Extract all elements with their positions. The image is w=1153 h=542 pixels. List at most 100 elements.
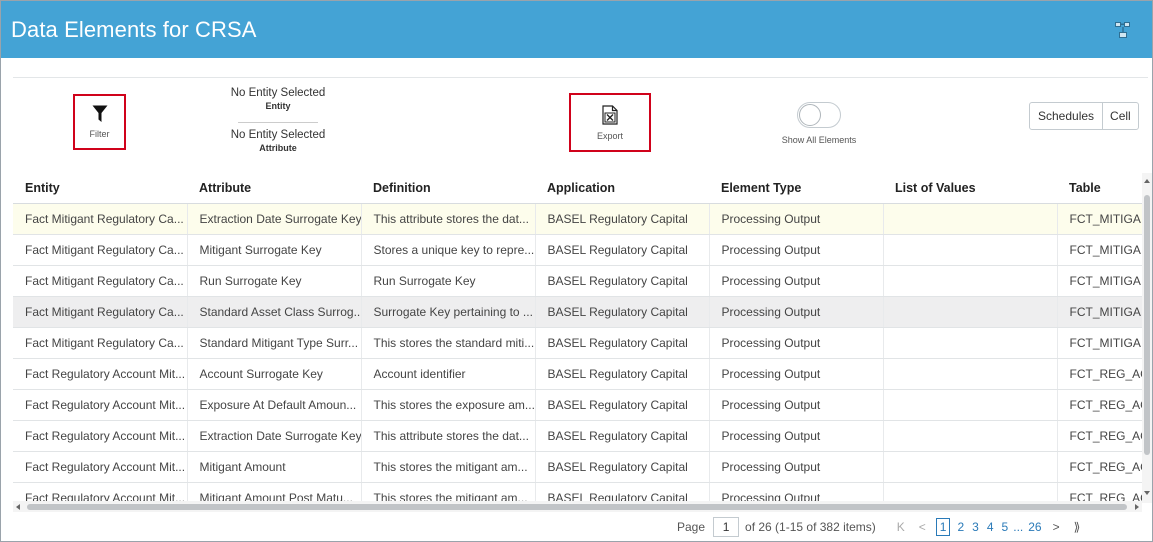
scroll-left-arrow-icon[interactable] xyxy=(16,504,20,510)
page-link[interactable]: 4 xyxy=(987,520,994,534)
cell-entity: Fact Mitigant Regulatory Ca... xyxy=(13,327,187,359)
cell-element-type: Processing Output xyxy=(708,265,883,297)
entity-label: Entity xyxy=(265,101,291,111)
cell-list-of-values xyxy=(882,234,1057,266)
cell-application: BASEL Regulatory Capital xyxy=(534,358,709,390)
horizontal-scroll-thumb[interactable] xyxy=(27,504,1127,510)
cell-list-of-values xyxy=(882,420,1057,452)
data-elements-table: Entity Attribute Definition Application … xyxy=(13,173,1142,503)
cell-element-type: Processing Output xyxy=(708,482,883,503)
cell-element-type: Processing Output xyxy=(708,234,883,266)
previous-page-button[interactable]: < xyxy=(919,520,926,534)
page-link[interactable]: 5 xyxy=(1002,520,1009,534)
cell-application: BASEL Regulatory Capital xyxy=(534,451,709,483)
cell-list-of-values xyxy=(882,389,1057,421)
table-row[interactable]: Fact Regulatory Account Mit... Exposure A… xyxy=(13,389,1142,421)
cell-entity: Fact Regulatory Account Mit... xyxy=(13,420,187,452)
horizontal-scrollbar[interactable] xyxy=(13,501,1142,512)
page-link[interactable]: 2 xyxy=(957,520,964,534)
cell-list-of-values xyxy=(882,296,1057,328)
filter-icon xyxy=(92,105,107,122)
vertical-scroll-thumb[interactable] xyxy=(1144,195,1150,455)
cell-attribute: Standard Mitigant Type Surr... xyxy=(186,327,361,359)
vertical-scrollbar[interactable] xyxy=(1142,173,1152,503)
page-number-input[interactable]: 1 xyxy=(713,517,740,537)
cell-button[interactable]: Cell xyxy=(1103,103,1138,129)
table-row[interactable]: Fact Regulatory Account Mit... Account Su… xyxy=(13,358,1142,390)
column-header-entity[interactable]: Entity xyxy=(13,173,187,204)
column-header-list-of-values[interactable]: List of Values xyxy=(883,173,1057,204)
table-row[interactable]: Fact Mitigant Regulatory Ca... Standard M… xyxy=(13,327,1142,359)
last-page-button[interactable]: ⟫ xyxy=(1074,520,1081,534)
table-body: Fact Mitigant Regulatory Ca... Extraction… xyxy=(13,203,1142,503)
show-all-elements-toggle[interactable] xyxy=(797,102,841,128)
schedules-button[interactable]: Schedules xyxy=(1030,103,1104,129)
cell-attribute: Run Surrogate Key xyxy=(186,265,361,297)
pagination: Page 1 of 26 (1-15 of 382 items) K < 1 2… xyxy=(677,516,1087,538)
next-page-button[interactable]: > xyxy=(1053,520,1060,534)
scroll-right-arrow-icon[interactable] xyxy=(1135,504,1139,510)
cell-attribute: Account Surrogate Key xyxy=(186,358,361,390)
cell-application: BASEL Regulatory Capital xyxy=(534,482,709,503)
page-link-last[interactable]: 26 xyxy=(1028,520,1041,534)
column-header-element-type[interactable]: Element Type xyxy=(709,173,883,204)
cell-application: BASEL Regulatory Capital xyxy=(534,389,709,421)
cell-application: BASEL Regulatory Capital xyxy=(534,296,709,328)
cell-application: BASEL Regulatory Capital xyxy=(534,234,709,266)
cell-definition: This stores the mitigant am... xyxy=(360,451,535,483)
cell-definition: This attribute stores the dat... xyxy=(360,420,535,452)
cell-application: BASEL Regulatory Capital xyxy=(534,203,709,235)
cell-list-of-values xyxy=(882,327,1057,359)
column-header-attribute[interactable]: Attribute xyxy=(187,173,361,204)
hierarchy-icon[interactable] xyxy=(1114,21,1132,39)
cell-attribute: Extraction Date Surrogate Key xyxy=(186,203,361,235)
export-label: Export xyxy=(596,130,623,141)
page-ellipsis: ... xyxy=(1013,520,1024,534)
page-label: Page xyxy=(677,520,706,534)
cell-entity: Fact Regulatory Account Mit... xyxy=(13,482,187,503)
cell-application: BASEL Regulatory Capital xyxy=(534,420,709,452)
table-row[interactable]: Fact Regulatory Account Mit... Mitigant A… xyxy=(13,451,1142,483)
cell-table: FCT_REG_AC xyxy=(1056,389,1142,421)
cell-element-type: Processing Output xyxy=(708,358,883,390)
cell-element-type: Processing Output xyxy=(708,327,883,359)
attribute-selector[interactable]: No Entity Selected Attribute xyxy=(223,129,333,153)
cell-entity: Fact Regulatory Account Mit... xyxy=(13,451,187,483)
toolbar-divider xyxy=(13,77,1148,78)
column-header-definition[interactable]: Definition xyxy=(361,173,535,204)
table-row[interactable]: Fact Mitigant Regulatory Ca... Run Surrog… xyxy=(13,265,1142,297)
cell-definition: This stores the mitigant am... xyxy=(360,482,535,503)
table-row[interactable]: Fact Regulatory Account Mit... Extraction… xyxy=(13,420,1142,452)
cell-list-of-values xyxy=(882,482,1057,503)
table-row[interactable]: Fact Mitigant Regulatory Ca... Standard A… xyxy=(13,296,1142,328)
column-header-table[interactable]: Table xyxy=(1057,173,1142,204)
export-button[interactable]: Export xyxy=(569,93,651,152)
page-link-current[interactable]: 1 xyxy=(935,518,951,536)
cell-element-type: Processing Output xyxy=(708,451,883,483)
first-page-button[interactable]: K xyxy=(897,520,905,534)
cell-entity: Fact Mitigant Regulatory Ca... xyxy=(13,234,187,266)
scroll-down-arrow-icon[interactable] xyxy=(1144,491,1150,495)
page-link[interactable]: 3 xyxy=(972,520,979,534)
column-header-application[interactable]: Application xyxy=(535,173,709,204)
cell-application: BASEL Regulatory Capital xyxy=(534,327,709,359)
page-header: Data Elements for CRSA xyxy=(1,1,1152,58)
scroll-up-arrow-icon[interactable] xyxy=(1144,179,1150,183)
cell-table: FCT_REG_AC xyxy=(1056,482,1142,503)
cell-table: FCT_MITIGA xyxy=(1056,296,1142,328)
app-frame: Data Elements for CRSA Filter No Entity … xyxy=(0,0,1153,542)
page-title: Data Elements for CRSA xyxy=(11,16,257,42)
filter-button[interactable]: Filter xyxy=(73,94,126,150)
cell-definition: Run Surrogate Key xyxy=(360,265,535,297)
entity-selector[interactable]: No Entity Selected Entity xyxy=(223,87,333,111)
cell-entity: Fact Mitigant Regulatory Ca... xyxy=(13,296,187,328)
cell-attribute: Mitigant Amount xyxy=(186,451,361,483)
cell-attribute: Mitigant Amount Post Matu... xyxy=(186,482,361,503)
table-row[interactable]: Fact Regulatory Account Mit... Mitigant A… xyxy=(13,482,1142,503)
table-row[interactable]: Fact Mitigant Regulatory Ca... Mitigant S… xyxy=(13,234,1142,266)
cell-definition: Surrogate Key pertaining to ... xyxy=(360,296,535,328)
cell-table: FCT_REG_AC xyxy=(1056,451,1142,483)
table-header-row: Entity Attribute Definition Application … xyxy=(13,173,1142,204)
table-row[interactable]: Fact Mitigant Regulatory Ca... Extraction… xyxy=(13,203,1142,235)
cell-attribute: Extraction Date Surrogate Key xyxy=(186,420,361,452)
